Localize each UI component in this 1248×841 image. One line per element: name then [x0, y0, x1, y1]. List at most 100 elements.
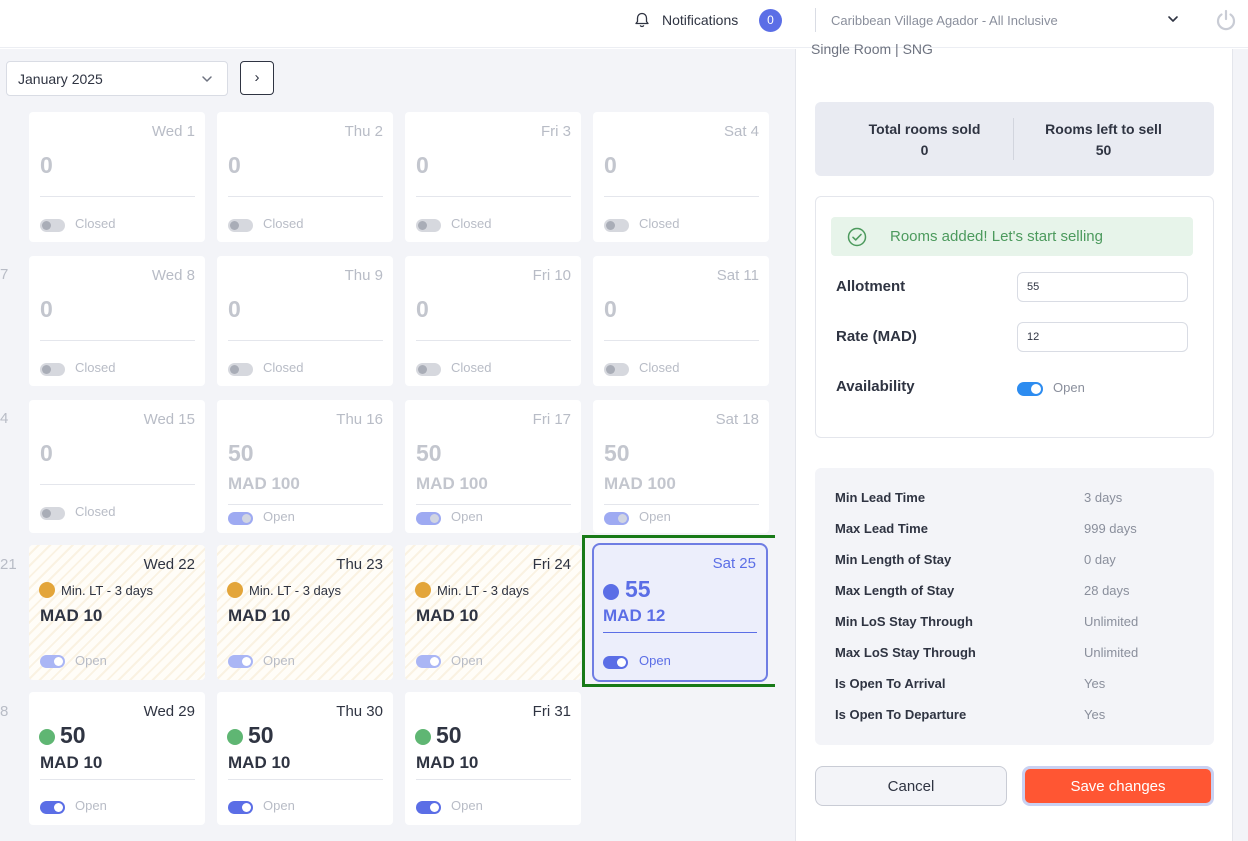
day-cell[interactable]: Wed 22 Min. LT - 3 days MAD 10 Open — [29, 545, 205, 680]
chevron-down-icon[interactable] — [1166, 12, 1180, 26]
day-cell[interactable]: Wed 1 0 Closed — [29, 112, 205, 242]
day-cell[interactable]: Sat 18 50 MAD 100 Open — [593, 400, 769, 533]
power-icon[interactable] — [1214, 8, 1238, 32]
availability-toggle[interactable] — [604, 363, 629, 376]
availability-status: Closed — [451, 360, 492, 375]
previous-week-day-number: 4 — [0, 410, 9, 427]
day-date: Sat 25 — [712, 555, 756, 572]
notifications-count-badge[interactable]: 0 — [759, 9, 782, 32]
day-cell[interactable]: Thu 16 50 MAD 100 Open — [217, 400, 393, 533]
toggle-knob — [42, 365, 51, 374]
day-cell[interactable]: Thu 23 Min. LT - 3 days MAD 10 Open — [217, 545, 393, 680]
availability-toggle[interactable] — [40, 363, 65, 376]
day-cell[interactable]: Fri 17 50 MAD 100 Open — [405, 400, 581, 533]
toggle-knob — [430, 657, 439, 666]
availability-toggle[interactable] — [604, 512, 629, 525]
day-date: Wed 1 — [151, 123, 195, 140]
rooms-available: 50 — [60, 722, 86, 748]
cancel-button[interactable]: Cancel — [815, 766, 1007, 806]
availability-toggle[interactable] — [416, 219, 441, 232]
restriction-value: Yes — [1084, 676, 1106, 691]
chevron-right-icon: › — [254, 69, 260, 86]
rooms-available: 0 — [228, 152, 241, 178]
restriction-value: Unlimited — [1084, 645, 1139, 660]
availability-status: Closed — [75, 504, 116, 519]
availability-toggle[interactable] — [228, 363, 253, 376]
restriction-value: Unlimited — [1084, 614, 1139, 629]
availability-status: Open — [451, 798, 483, 813]
day-date: Thu 9 — [344, 267, 383, 284]
restriction-label: Is Open To Departure — [835, 707, 967, 722]
day-cell[interactable]: Thu 9 0 Closed — [217, 256, 393, 386]
availability-toggle[interactable] — [228, 219, 253, 232]
divider — [604, 196, 759, 197]
success-alert: Rooms added! Let's start selling — [831, 217, 1193, 256]
toggle-knob — [242, 657, 251, 666]
toggle-knob — [418, 365, 427, 374]
availability-toggle[interactable] — [228, 801, 253, 814]
availability-status: Closed — [263, 216, 304, 231]
availability-toggle[interactable] — [416, 363, 441, 376]
day-rate: MAD 12 — [603, 606, 666, 625]
availability-status: Open — [451, 653, 483, 668]
availability-toggle[interactable] — [416, 801, 441, 814]
availability-toggle[interactable] — [40, 801, 65, 814]
day-cell[interactable]: Fri 3 0 Closed — [405, 112, 581, 242]
availability-toggle[interactable] — [603, 656, 628, 669]
day-date: Wed 29 — [143, 703, 195, 720]
availability-toggle[interactable] — [604, 219, 629, 232]
day-cell[interactable]: Fri 31 50 MAD 10 Open — [405, 692, 581, 825]
day-cell[interactable]: Sat 4 0 Closed — [593, 112, 769, 242]
next-month-button[interactable]: › — [240, 61, 274, 95]
day-cell[interactable]: Fri 24 Min. LT - 3 days MAD 10 Open — [405, 545, 581, 680]
availability-toggle[interactable] — [228, 655, 253, 668]
hotel-selector[interactable]: Caribbean Village Agador - All Inclusive — [831, 13, 1058, 28]
day-cell[interactable]: Wed 29 50 MAD 10 Open — [29, 692, 205, 825]
availability-status: Closed — [451, 216, 492, 231]
divider — [416, 340, 571, 341]
previous-week-day-number: 21 — [0, 556, 17, 573]
availability-toggle[interactable] — [40, 219, 65, 232]
availability-toggle[interactable] — [416, 512, 441, 525]
day-rate: MAD 100 — [228, 474, 300, 493]
availability-toggle[interactable] — [40, 507, 65, 520]
availability-toggle[interactable] — [416, 655, 441, 668]
day-cell[interactable]: Sat 11 0 Closed — [593, 256, 769, 386]
availability-toggle[interactable] — [40, 655, 65, 668]
success-message: Rooms added! Let's start selling — [890, 228, 1103, 245]
restriction-value: Yes — [1084, 707, 1106, 722]
rooms-available: 0 — [604, 152, 617, 178]
toggle-knob — [1031, 384, 1041, 394]
day-cell[interactable]: Wed 8 0 Closed — [29, 256, 205, 386]
rooms-available: 50 — [248, 722, 274, 748]
day-cell[interactable]: Thu 2 0 Closed — [217, 112, 393, 242]
day-cell[interactable]: Wed 15 0 Closed — [29, 400, 205, 533]
day-cell[interactable]: Thu 30 50 MAD 10 Open — [217, 692, 393, 825]
allotment-input[interactable] — [1017, 272, 1188, 302]
day-rate: MAD 100 — [416, 474, 488, 493]
day-date: Thu 30 — [336, 703, 383, 720]
day-cell[interactable]: Fri 10 0 Closed — [405, 256, 581, 386]
bell-icon[interactable] — [633, 11, 651, 29]
day-cell-selected[interactable]: Sat 25 55 MAD 12 Open — [592, 543, 768, 682]
divider — [604, 504, 759, 505]
restriction-value: 0 day — [1084, 552, 1116, 567]
save-changes-button[interactable]: Save changes — [1022, 766, 1214, 806]
toggle-knob — [230, 365, 239, 374]
notifications-label[interactable]: Notifications — [662, 12, 738, 28]
rooms-available: 0 — [40, 440, 53, 466]
toggle-knob — [42, 221, 51, 230]
total-rooms-sold: Total rooms sold 0 — [825, 119, 1024, 161]
availability-toggle[interactable] — [228, 512, 253, 525]
rooms-available: 50 — [228, 440, 254, 466]
restriction-label: Is Open To Arrival — [835, 676, 946, 691]
day-date: Wed 15 — [143, 411, 195, 428]
availability-status: Open — [75, 653, 107, 668]
restrictions-summary — [815, 468, 1214, 745]
rooms-available: 0 — [228, 296, 241, 322]
total-rooms-sold-value: 0 — [920, 142, 929, 158]
availability-toggle[interactable] — [1017, 382, 1043, 396]
month-select[interactable]: January 2025 — [6, 61, 228, 96]
availability-status: Open — [639, 653, 671, 668]
rate-input[interactable] — [1017, 322, 1188, 352]
